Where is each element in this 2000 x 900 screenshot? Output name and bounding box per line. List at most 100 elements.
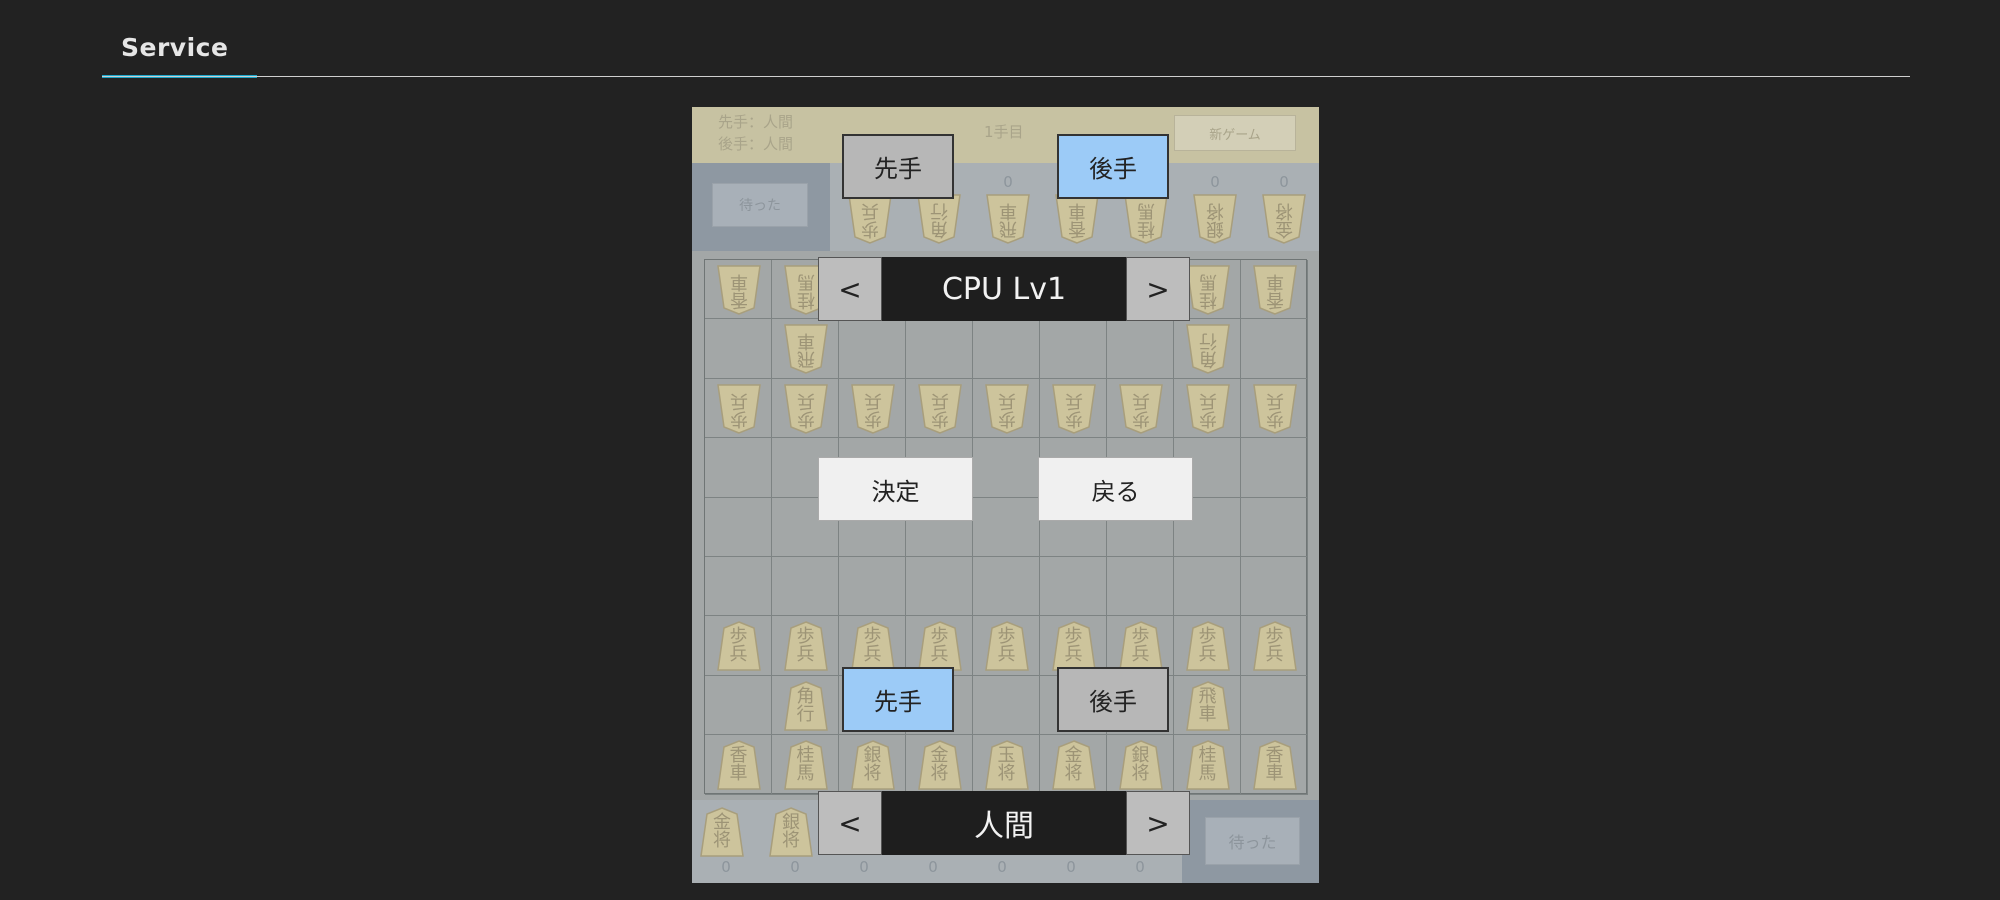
gote-pawn[interactable]: 歩 兵 [780, 383, 832, 435]
sente-pawn[interactable]: 歩 兵 [981, 620, 1033, 672]
board-square[interactable] [705, 319, 772, 379]
board-square[interactable] [1241, 557, 1308, 617]
new-game-button[interactable]: 新ゲーム [1174, 115, 1296, 151]
piece-label: 歩 兵 [1198, 626, 1217, 666]
gote-hand-controls: 待った [692, 163, 830, 251]
sente-piece[interactable]: 桂 馬 [780, 739, 832, 791]
sente-piece[interactable]: 金 将 [1048, 739, 1100, 791]
piece-label: 香 車 [729, 744, 748, 784]
piece-label: 香 車 [729, 270, 748, 310]
gote-hand-piece[interactable]: 飛 車 [982, 193, 1034, 245]
gote-pawn[interactable]: 歩 兵 [1115, 383, 1167, 435]
board-square[interactable] [1241, 497, 1308, 557]
board-square[interactable] [973, 497, 1040, 557]
sente-pawn[interactable]: 歩 兵 [1115, 620, 1167, 672]
back-button[interactable]: 戻る [1038, 457, 1193, 521]
gote-pawn[interactable]: 歩 兵 [713, 383, 765, 435]
gote-rook[interactable]: 飛 車 [780, 323, 832, 375]
sente-piece[interactable]: 銀 将 [847, 739, 899, 791]
bottom-sente-button[interactable]: 先手 [842, 667, 954, 732]
piece-label: 歩 兵 [1198, 389, 1217, 429]
sente-bishop[interactable]: 角 行 [780, 680, 832, 732]
piece-label: 飛 車 [1198, 685, 1217, 725]
top-next-player-button[interactable]: > [1126, 257, 1190, 321]
gote-hand-piece[interactable]: 香 車 [1051, 193, 1103, 245]
top-prev-player-button[interactable]: < [818, 257, 882, 321]
top-sente-button[interactable]: 先手 [842, 134, 954, 199]
gote-hand-piece[interactable]: 銀 将 [1189, 193, 1241, 245]
sente-piece[interactable]: 銀 将 [1115, 739, 1167, 791]
piece-label: 歩 兵 [1131, 626, 1150, 666]
board-square[interactable] [973, 557, 1040, 617]
piece-label: 歩 兵 [1265, 389, 1284, 429]
piece-label: 飛 車 [999, 200, 1017, 239]
board-square[interactable] [705, 497, 772, 557]
board-square[interactable] [973, 675, 1040, 736]
bottom-next-player-button[interactable]: > [1126, 791, 1190, 855]
sente-rook[interactable]: 飛 車 [1182, 680, 1234, 732]
sente-pawn[interactable]: 歩 兵 [780, 620, 832, 672]
sente-pawn[interactable]: 歩 兵 [1182, 620, 1234, 672]
piece-label: 歩 兵 [863, 389, 882, 429]
sente-pawn[interactable]: 歩 兵 [1249, 620, 1301, 672]
board-square[interactable] [973, 438, 1040, 498]
gote-bishop[interactable]: 角 行 [1182, 323, 1234, 375]
board-square[interactable] [973, 319, 1040, 379]
top-gote-button[interactable]: 後手 [1057, 134, 1169, 199]
board-square[interactable] [772, 557, 839, 617]
gote-hand-piece[interactable]: 歩 兵 [844, 193, 896, 245]
gote-pawn[interactable]: 歩 兵 [981, 383, 1033, 435]
bottom-prev-player-button[interactable]: < [818, 791, 882, 855]
board-square[interactable] [1241, 319, 1308, 379]
gote-pawn[interactable]: 歩 兵 [1249, 383, 1301, 435]
piece-label: 銀 将 [863, 744, 882, 784]
piece-label: 桂 馬 [1198, 270, 1217, 310]
sente-hand-piece[interactable]: 金 将 [696, 806, 748, 858]
piece-label: 歩 兵 [1131, 389, 1150, 429]
sente-hand-piece[interactable]: 銀 将 [765, 806, 817, 858]
gote-pawn[interactable]: 歩 兵 [1182, 383, 1234, 435]
sente-piece[interactable]: 金 将 [914, 739, 966, 791]
board-square[interactable] [705, 438, 772, 498]
bottom-gote-button[interactable]: 後手 [1057, 667, 1169, 732]
sente-piece[interactable]: 玉 将 [981, 739, 1033, 791]
piece-label: 角 行 [930, 200, 948, 239]
board-square[interactable] [705, 675, 772, 736]
board-square[interactable] [839, 319, 906, 379]
players-info: 先手：人間 後手：人間 [718, 111, 793, 155]
board-square[interactable] [1040, 557, 1107, 617]
confirm-button[interactable]: 決定 [818, 457, 973, 521]
gote-pawn[interactable]: 歩 兵 [914, 383, 966, 435]
turn-info: 1手目 [984, 123, 1024, 141]
shogi-game: 先手：人間 後手：人間 1手目 新ゲーム 待った 歩 兵角 行飛 車香 車桂 馬… [692, 107, 1319, 883]
board-square[interactable] [1107, 319, 1174, 379]
wait-button-sente[interactable]: 待った [1205, 817, 1300, 865]
gote-hand-piece[interactable]: 桂 馬 [1120, 193, 1172, 245]
wait-button-gote[interactable]: 待った [712, 183, 808, 227]
board-square[interactable] [839, 557, 906, 617]
gote-piece[interactable]: 香 車 [1249, 264, 1301, 316]
sente-pawn[interactable]: 歩 兵 [914, 620, 966, 672]
piece-label: 桂 馬 [1137, 200, 1155, 239]
piece-label: 玉 将 [997, 744, 1016, 784]
board-square[interactable] [906, 319, 973, 379]
board-square[interactable] [1107, 557, 1174, 617]
sente-piece[interactable]: 香 車 [713, 739, 765, 791]
gote-hand-piece[interactable]: 金 将 [1258, 193, 1310, 245]
board-square[interactable] [1174, 557, 1241, 617]
sente-pawn[interactable]: 歩 兵 [713, 620, 765, 672]
sente-pawn[interactable]: 歩 兵 [1048, 620, 1100, 672]
sente-piece[interactable]: 桂 馬 [1182, 739, 1234, 791]
gote-hand-piece[interactable]: 角 行 [913, 193, 965, 245]
board-square[interactable] [1241, 438, 1308, 498]
gote-pawn[interactable]: 歩 兵 [1048, 383, 1100, 435]
board-square[interactable] [1241, 675, 1308, 736]
gote-piece[interactable]: 香 車 [713, 264, 765, 316]
gote-pawn[interactable]: 歩 兵 [847, 383, 899, 435]
sente-piece[interactable]: 香 車 [1249, 739, 1301, 791]
board-square[interactable] [705, 557, 772, 617]
board-square[interactable] [1040, 319, 1107, 379]
sente-pawn[interactable]: 歩 兵 [847, 620, 899, 672]
board-square[interactable] [906, 557, 973, 617]
piece-label: 桂 馬 [796, 744, 815, 784]
